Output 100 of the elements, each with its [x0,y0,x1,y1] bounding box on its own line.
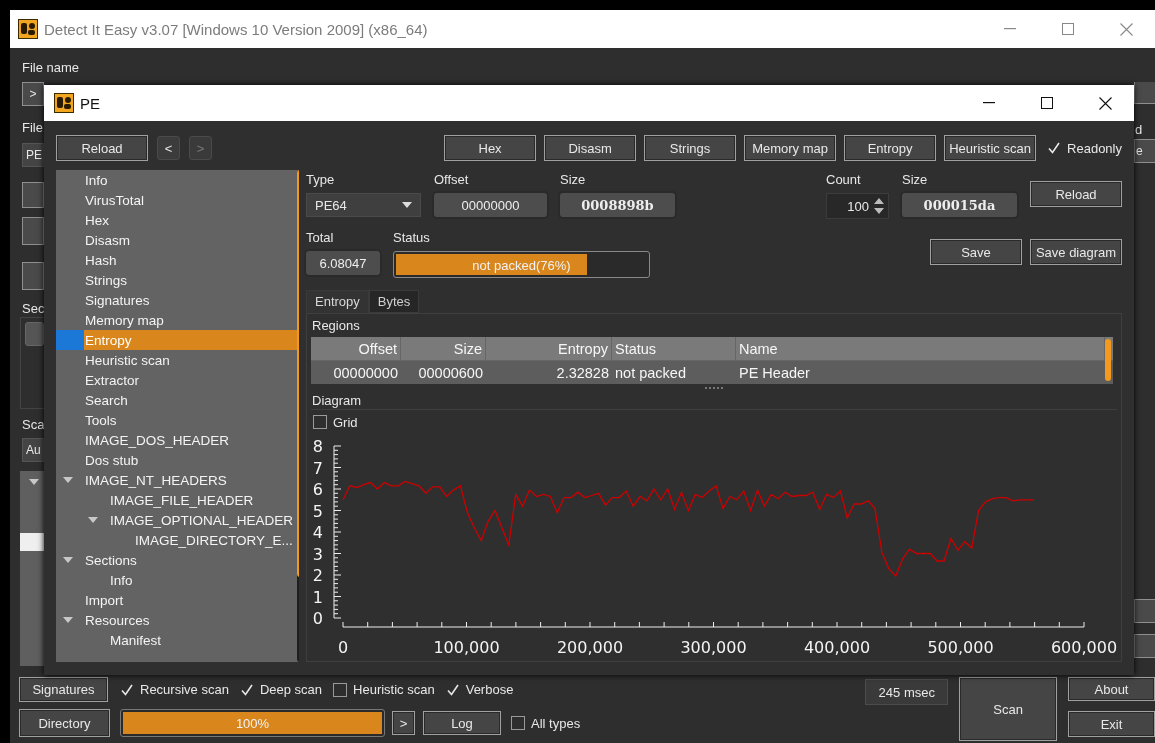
dropdown-arrow-icon[interactable] [402,202,412,208]
column-header[interactable]: Offset [311,337,401,360]
tree-item[interactable]: Hash [56,250,297,270]
tick-label: 400,000 [803,638,871,657]
scan-mode-field[interactable]: Au [22,438,44,462]
section-label: Diagram [312,393,363,409]
checkbox[interactable] [511,716,525,730]
offset-field[interactable]: 00000000 [434,193,547,217]
count-spinbox[interactable]: 100 [826,193,889,219]
tree-item[interactable]: IMAGE_OPTIONAL_HEADER [56,510,297,530]
reload-button[interactable]: Reload [1030,181,1122,207]
caret-down-icon[interactable] [63,557,73,563]
save-button[interactable]: Save [930,239,1022,265]
tree-item[interactable]: IMAGE_FILE_HEADER [56,490,297,510]
tick-label: 500,000 [927,638,994,657]
minimize-icon[interactable] [983,102,995,104]
checkbox[interactable] [239,682,254,697]
checkbox[interactable] [1047,141,1062,155]
progress-text: 100% [235,715,270,731]
back-button[interactable]: < [157,136,180,160]
reload-button[interactable]: Reload [56,135,148,161]
tree-item[interactable]: Hex [56,210,297,230]
signatures-button[interactable]: Signatures [19,677,108,702]
caret-down-icon[interactable] [88,517,98,523]
checkbox-label: All types [531,715,581,731]
tree-item[interactable]: Strings [56,270,297,290]
tree-item[interactable]: Disasm [56,230,297,250]
maximize-icon[interactable] [1041,97,1053,109]
column-header[interactable]: Size [401,337,486,360]
splitter-handle[interactable] [705,386,723,391]
side-button[interactable]: e [1134,139,1155,163]
tick-label: 0 [337,638,349,657]
field-label: Total [306,230,335,246]
tree-item[interactable]: Dos stub [56,450,297,470]
type-dropdown[interactable]: PE64 [306,193,421,217]
tick-label: 5 [312,501,323,521]
spinner-arrows-icon[interactable] [873,196,885,216]
tick-label: 6 [312,480,323,499]
caret-down-icon[interactable] [29,479,39,485]
save-diagram-button[interactable]: Save diagram [1030,239,1122,265]
block-size-field[interactable]: 000015da [902,193,1017,217]
close-icon[interactable] [1098,96,1112,110]
tick-label: 1 [312,587,323,607]
tree-item[interactable]: Sections [56,550,297,570]
tree-item[interactable]: Extractor [56,370,297,390]
tree-item[interactable]: Import [56,590,297,610]
tick-label: 300,000 [680,638,747,657]
tree-item[interactable]: IMAGE_NT_HEADERS [56,470,297,490]
about-button[interactable]: About [1068,677,1155,701]
tree-item[interactable]: Info [56,170,297,190]
file-type-field[interactable]: PE [22,143,44,167]
app-logo-icon [54,93,74,113]
toolbar-button[interactable]: Heuristic scan [944,135,1037,161]
toolbar-button[interactable]: Entropy [844,135,937,161]
log-button[interactable]: Log [423,711,501,735]
next-button[interactable]: > [392,711,415,735]
table-cell-text: not packed [614,364,687,381]
tab[interactable]: Bytes [368,290,420,313]
field-label: Status [393,230,431,246]
tree-item[interactable]: VirusTotal [56,190,297,210]
toolbar-button[interactable]: Memory map [744,135,837,161]
tree-item[interactable]: Signatures [56,290,297,310]
side-button[interactable] [22,217,44,245]
tree-item[interactable]: Resources [56,610,297,630]
scan-button[interactable]: Scan [959,677,1057,741]
side-button[interactable] [1134,82,1155,104]
tree-item[interactable]: Tools [56,410,297,430]
column-header[interactable]: Status [612,337,736,360]
side-button[interactable] [1134,634,1155,658]
tree-item[interactable]: Manifest [56,630,297,650]
tick-label: 200,000 [556,638,624,657]
size-field[interactable]: 0008898b [560,193,675,217]
side-button[interactable] [25,322,44,346]
progress-text: not packed(76%) [472,257,571,272]
checkbox[interactable] [333,682,348,697]
directory-button[interactable]: Directory [19,709,110,737]
side-button[interactable] [1134,599,1155,623]
side-button[interactable] [22,262,44,290]
checkbox[interactable] [313,415,327,429]
side-button[interactable] [22,182,44,208]
tree-item[interactable]: Search [56,390,297,410]
column-header[interactable]: Entropy [486,337,612,360]
toolbar-button[interactable]: Strings [644,135,737,161]
tree-item[interactable]: Info [56,570,297,590]
toolbar-button[interactable]: Hex [444,135,537,161]
scrollbar[interactable] [1105,339,1111,381]
tab[interactable]: Entropy [306,290,369,313]
field-label: Offset [434,172,470,188]
caret-down-icon[interactable] [63,477,73,483]
tree-item[interactable]: Memory map [56,310,297,330]
tick-label: 8 [312,437,323,456]
toolbar-button[interactable]: Disasm [544,135,637,161]
exit-button[interactable]: Exit [1068,711,1155,737]
tree-item[interactable]: Heuristic scan [56,350,297,370]
browse-button[interactable]: > [22,82,44,106]
checkbox-label: Deep scan [259,682,323,697]
tree-item[interactable]: IMAGE_DOS_HEADER [56,430,297,450]
caret-down-icon[interactable] [63,617,73,623]
window-title: PE [80,94,100,112]
tree-item[interactable]: IMAGE_DIRECTORY_E... [56,530,297,550]
